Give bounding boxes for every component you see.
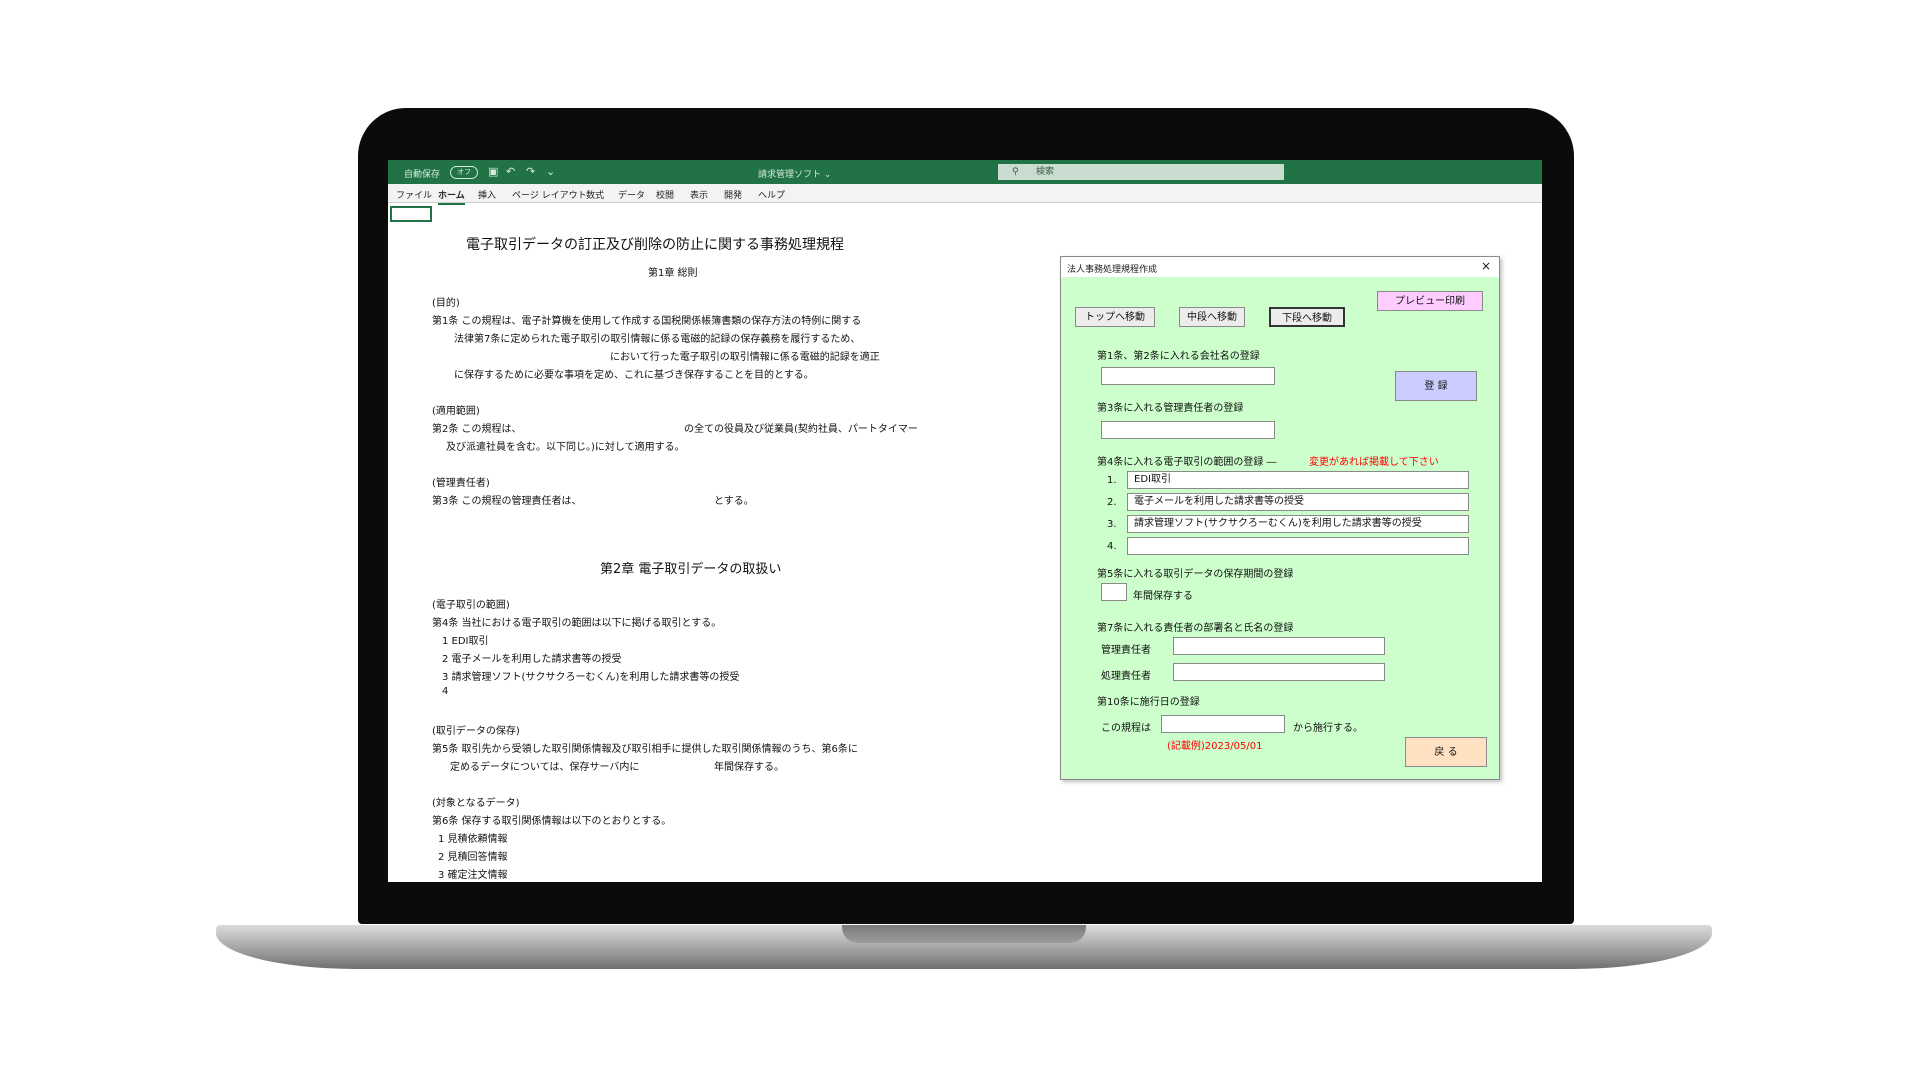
- article-5-line: 定めるデータについては、保存サーバ内に: [450, 762, 640, 773]
- close-icon[interactable]: ×: [1481, 259, 1491, 273]
- article-4-item: 4: [442, 686, 449, 697]
- department-label: 第7条に入れる責任者の部署名と氏名の登録: [1097, 623, 1294, 634]
- range-item-input[interactable]: EDI取引: [1127, 471, 1469, 489]
- article-2-line: 第2条 この規程は、: [432, 424, 522, 435]
- move-top-button[interactable]: トップへ移動: [1075, 307, 1155, 327]
- target-data-heading: (対象となるデータ): [432, 798, 520, 809]
- storage-heading: (取引データの保存): [432, 726, 520, 737]
- effective-prefix: この規程は: [1101, 723, 1151, 734]
- article-4-item: 3 請求管理ソフト(サクサクろーむくん)を利用した請求書等の授受: [442, 672, 740, 683]
- retention-period-label: 第5条に入れる取引データの保存期間の登録: [1097, 569, 1294, 580]
- article-4-item: 2 電子メールを利用した請求書等の授受: [442, 654, 622, 665]
- article-5-line: 第5条 取引先から受領した取引関係情報及び取引相手に提供した取引関係情報のうち、…: [432, 744, 858, 755]
- article-6-line: 第6条 保存する取引関係情報は以下のとおりとする。: [432, 816, 672, 827]
- article-2-line: 及び派遣社員を含む。以下同じ。)に対して適用する。: [446, 442, 685, 453]
- effective-suffix: から施行する。: [1293, 723, 1363, 734]
- effective-date-input[interactable]: [1161, 715, 1285, 733]
- transaction-range-note: 変更があれば掲載して下さい: [1309, 457, 1439, 468]
- back-button[interactable]: 戻 る: [1405, 737, 1487, 767]
- document-title: 電子取引データの訂正及び削除の防止に関する事務処理規程: [466, 237, 844, 253]
- article-6-item: 1 見積依頼情報: [438, 834, 508, 845]
- article-1-line: 法律第7条に定められた電子取引の取引情報に係る電磁的記録の保存義務を履行するため…: [454, 334, 861, 345]
- retention-suffix: 年間保存する: [1133, 591, 1193, 602]
- effective-date-label: 第10条に施行日の登録: [1097, 697, 1200, 708]
- range-item-input[interactable]: [1127, 537, 1469, 555]
- laptop-screen: 自動保存 オフ ▣ ↶ ↷ ⌄ 請求管理ソフト ⌄ ⚲ 検索 ファイル ホーム …: [388, 160, 1542, 882]
- processing-responsible-input[interactable]: [1173, 663, 1385, 681]
- chapter-1-heading: 第1章 総則: [648, 268, 698, 279]
- management-responsible-input[interactable]: [1173, 637, 1385, 655]
- management-responsible-label: 管理責任者: [1101, 645, 1151, 656]
- move-bottom-button[interactable]: 下段へ移動: [1269, 307, 1345, 327]
- rules-creation-dialog: 法人事務処理規程作成 × プレビュー印刷 トップへ移動 中段へ移動 下段へ移動 …: [1060, 256, 1500, 780]
- article-1-line: に保存するために必要な事項を定め、これに基づき保存することを目的とする。: [454, 370, 814, 381]
- manager-label: 第3条に入れる管理責任者の登録: [1097, 403, 1244, 414]
- article-1-line: 第1条 この規程は、電子計算機を使用して作成する国税関係帳簿書類の保存方法の特例…: [432, 316, 862, 327]
- laptop-notch: [842, 925, 1086, 943]
- article-6-item: 2 見積回答情報: [438, 852, 508, 863]
- manager-heading: (管理責任者): [432, 478, 490, 489]
- article-2-line: の全ての役員及び従業員(契約社員、パートタイマー: [684, 424, 918, 435]
- purpose-heading: (目的): [432, 298, 460, 309]
- transaction-range-label: 第4条に入れる電子取引の範囲の登録 ―: [1097, 457, 1277, 468]
- article-5-line: 年間保存する。: [714, 762, 784, 773]
- preview-print-button[interactable]: プレビュー印刷: [1377, 291, 1483, 311]
- processing-responsible-label: 処理責任者: [1101, 671, 1151, 682]
- article-1-line: において行った電子取引の取引情報に係る電磁的記録を適正: [610, 352, 880, 363]
- move-middle-button[interactable]: 中段へ移動: [1179, 307, 1245, 327]
- electronic-scope-heading: (電子取引の範囲): [432, 600, 510, 611]
- manager-input[interactable]: [1101, 421, 1275, 439]
- register-button[interactable]: 登 録: [1395, 371, 1477, 401]
- article-3-line: 第3条 この規程の管理責任者は、: [432, 496, 582, 507]
- range-item-input[interactable]: 電子メールを利用した請求書等の授受: [1127, 493, 1469, 511]
- article-4-item: 1 EDI取引: [442, 636, 489, 647]
- dialog-title: 法人事務処理規程作成: [1067, 265, 1158, 275]
- range-item-number: 1.: [1107, 475, 1117, 486]
- company-name-label: 第1条、第2条に入れる会社名の登録: [1097, 351, 1260, 362]
- dialog-title-bar: 法人事務処理規程作成 ×: [1061, 257, 1499, 277]
- range-item-number: 2.: [1107, 497, 1117, 508]
- chapter-2-heading: 第2章 電子取引データの取扱い: [600, 562, 782, 577]
- range-item-number: 4.: [1107, 541, 1117, 552]
- article-3-line: とする。: [714, 496, 754, 507]
- company-name-input[interactable]: [1101, 367, 1275, 385]
- article-6-item: 3 確定注文情報: [438, 870, 508, 881]
- article-4-line: 第4条 当社における電子取引の範囲は以下に掲げる取引とする。: [432, 618, 722, 629]
- retention-years-input[interactable]: [1101, 583, 1127, 601]
- range-item-number: 3.: [1107, 519, 1117, 530]
- range-item-input[interactable]: 請求管理ソフト(サクサクろーむくん)を利用した請求書等の授受: [1127, 515, 1469, 533]
- scope-heading: (適用範囲): [432, 406, 480, 417]
- date-example-hint: (記載例)2023/05/01: [1167, 741, 1263, 752]
